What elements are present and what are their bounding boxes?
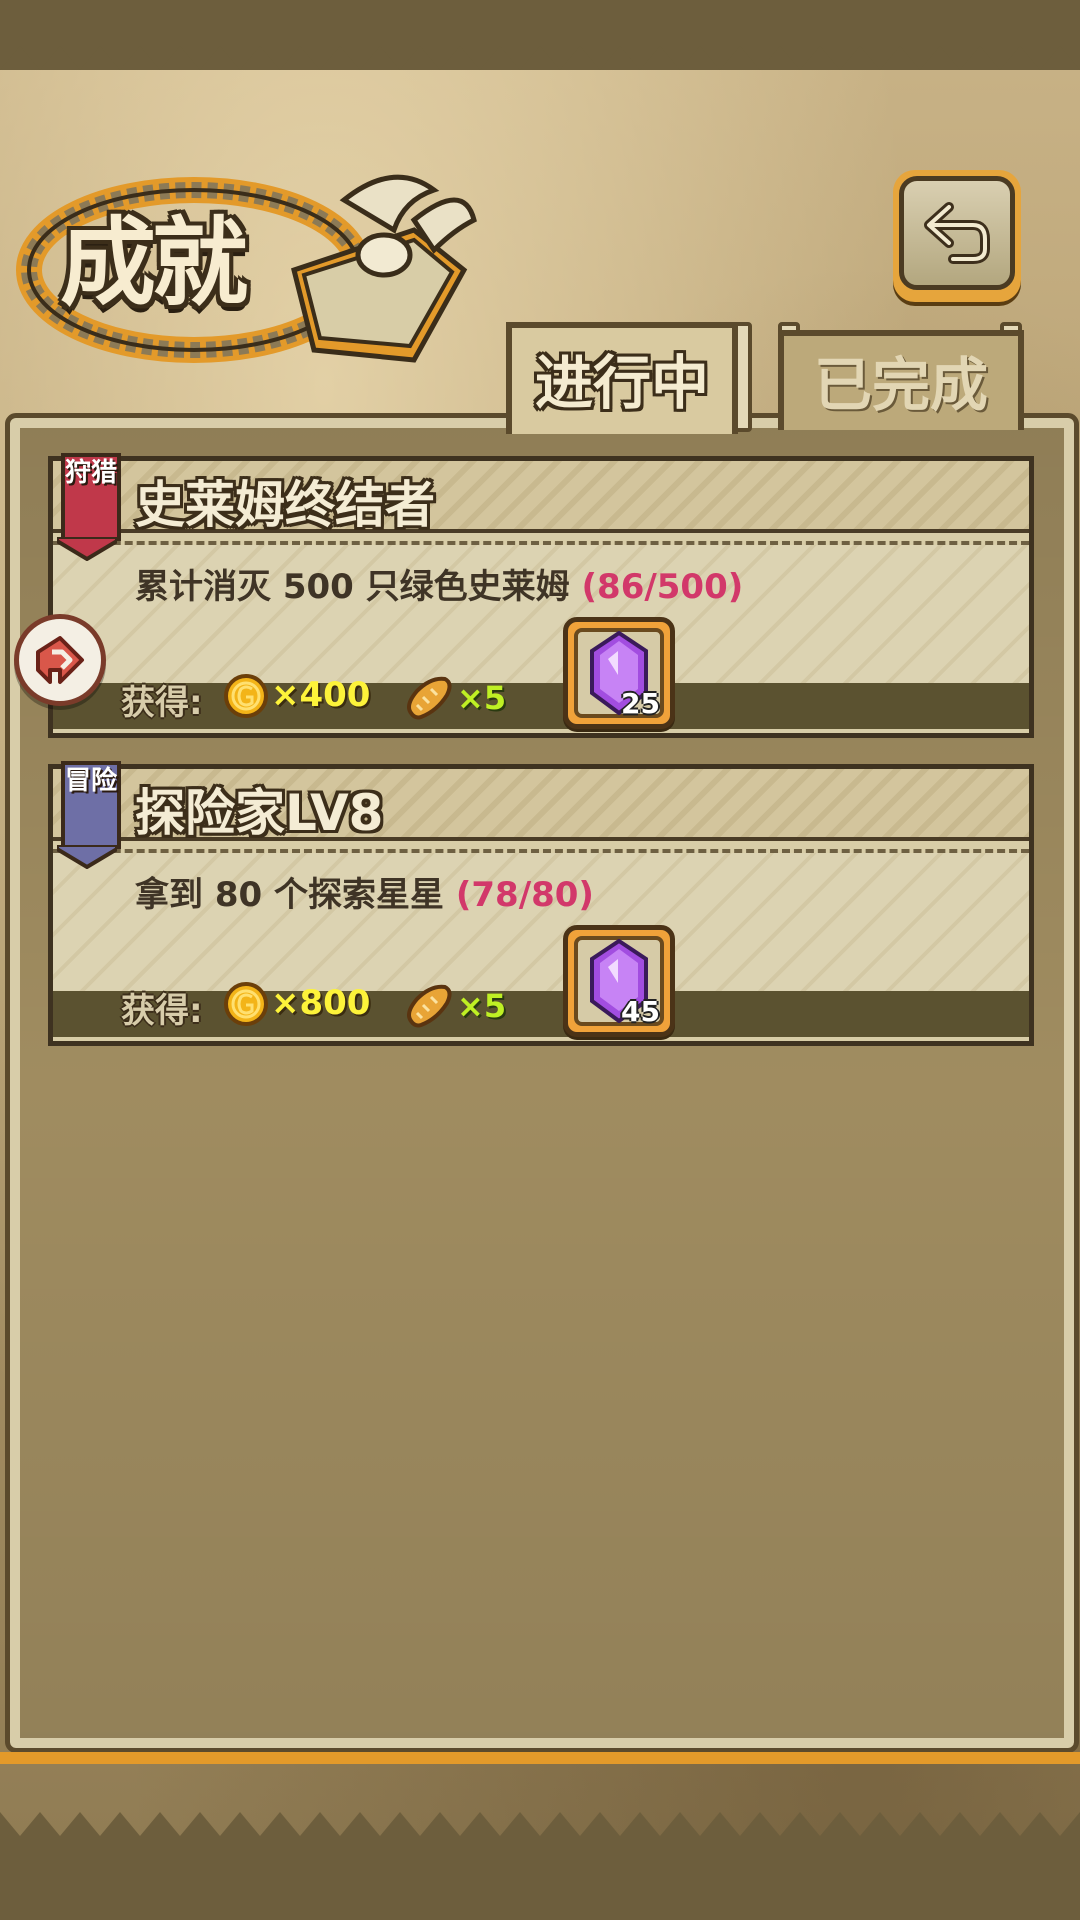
coin-reward: ×400 [271,675,371,715]
bread-icon [407,676,452,720]
panel-bottom-trim [0,1752,1080,1764]
progress-text: (78/80) [455,875,594,915]
reward-label: 获得: [121,991,203,1031]
achievement-card[interactable]: 冒险 探险家LV8 拿到 80 个探索星星 (78/80) 获得: ×800 ×… [48,761,1034,1046]
gold-coin-icon [224,674,268,718]
achievement-title: 史莱姆终结者 [135,476,435,534]
ribbon-tail-icon [57,845,117,869]
category-label: 冒险 [65,766,118,796]
gem-reward[interactable]: 45 [563,925,675,1037]
ribbon-tail-icon [57,537,117,561]
achievement-description: 累计消灭 500 只绿色史莱姆 (86/500) [135,559,743,608]
achievement-card[interactable]: 狩猎 史莱姆终结者 累计消灭 500 只绿色史莱姆 (86/500) 获得: ×… [48,453,1034,738]
tab-completed[interactable]: 已完成 [778,330,1024,430]
gem-count: 45 [621,995,660,1028]
gold-coin-icon [224,982,268,1026]
description-text: 拿到 80 个探索星星 [135,875,444,915]
top-zigzag-edge [0,40,1080,70]
achievement-title: 探险家LV8 [135,784,384,842]
progress-text: (86/500) [581,567,744,607]
tab-in-progress[interactable]: 进行中 [506,322,738,434]
category-ribbon: 冒险 [61,761,121,849]
bread-reward: ×5 [457,679,507,717]
bottom-zigzag-edge [0,1812,1080,1842]
description-text: 累计消灭 500 只绿色史莱姆 [135,567,570,607]
category-ribbon: 狩猎 [61,453,121,541]
bread-reward: ×5 [457,987,507,1025]
arrow-icon [36,636,84,684]
category-label: 狩猎 [65,458,118,488]
gem-count: 25 [621,687,660,720]
coin-reward: ×800 [271,983,371,1023]
bread-icon [407,984,452,1028]
return-arrow-icon [924,202,990,264]
tab-label: 已完成 [813,351,988,419]
achievement-description: 拿到 80 个探索星星 (78/80) [135,867,594,916]
tab-label: 进行中 [534,349,709,417]
reward-label: 获得: [121,683,203,723]
screen-title: 成就 [60,206,248,319]
back-button[interactable] [893,170,1021,302]
claim-arrow-button[interactable] [14,614,106,706]
gem-reward[interactable]: 25 [563,617,675,729]
bottom-border [0,1840,1080,1920]
